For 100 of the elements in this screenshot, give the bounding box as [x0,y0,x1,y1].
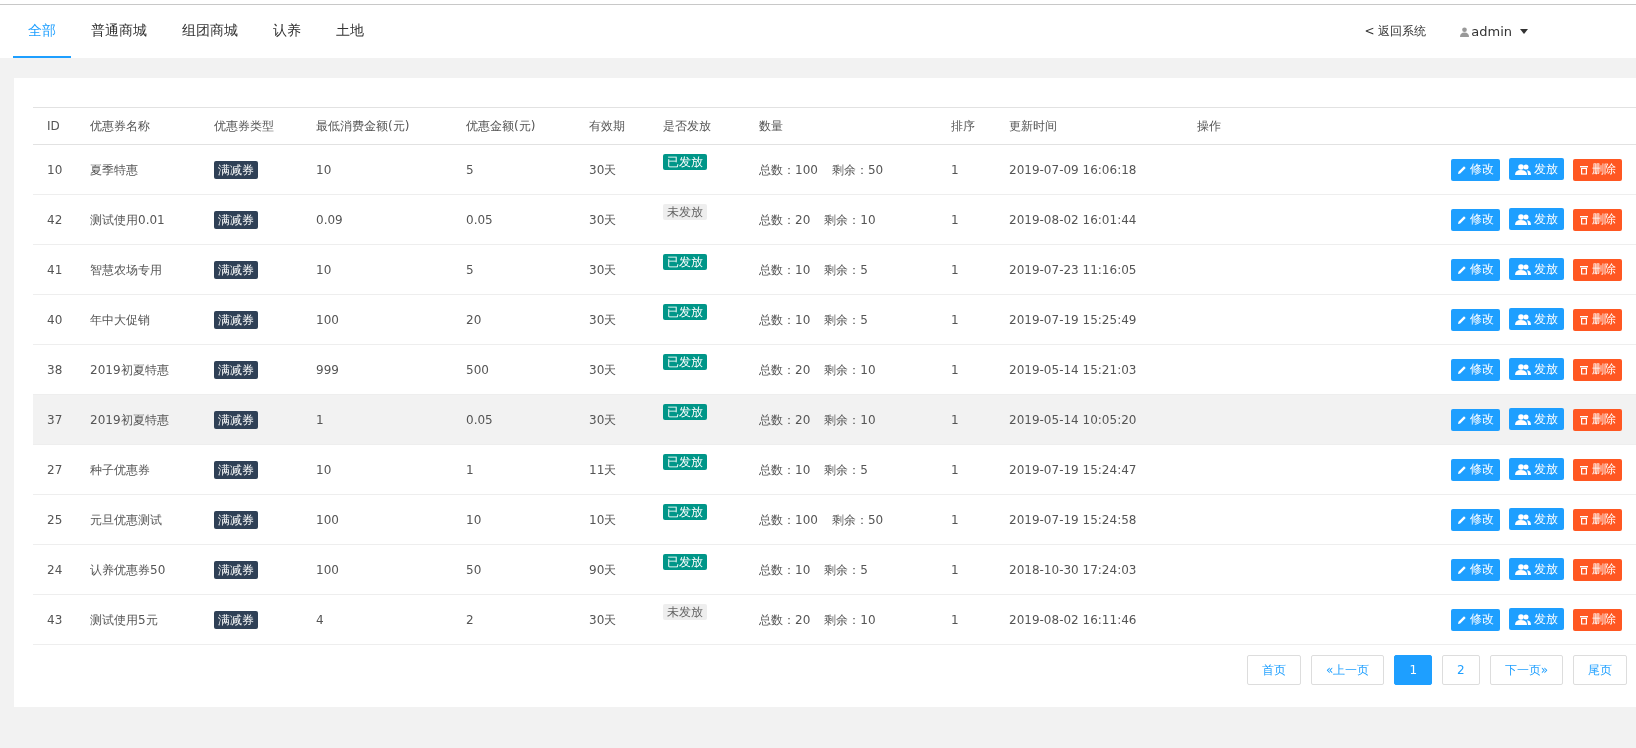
quantity-text: 总数：10 [759,462,811,477]
pencil-icon [1457,614,1467,625]
remaining-text: 剩余：5 [824,262,868,277]
table-cell: 24 [33,544,76,595]
table-cell: 30天 [575,294,649,345]
trash-icon [1579,614,1589,625]
delete-button[interactable]: 删除 [1573,458,1622,481]
table-cell: 2019-08-02 16:01:44 [995,194,1183,245]
nav-tab[interactable]: 全部 [13,5,71,58]
edit-button[interactable]: 修改 [1451,558,1500,581]
page-button[interactable]: 1 [1394,655,1432,685]
edit-button[interactable]: 修改 [1451,258,1500,281]
status-badge: 未发放 [663,604,707,620]
type-badge: 满减券 [214,510,258,529]
quantity-text: 总数：10 [759,312,811,327]
issue-button[interactable]: 发放 [1509,558,1564,581]
table-cell: 2019-07-09 16:06:18 [995,144,1183,195]
column-header: 优惠金额(元) [452,107,575,145]
issue-button[interactable]: 发放 [1509,358,1564,381]
table-cell: 元旦优惠测试 [76,494,200,545]
nav-tab[interactable]: 普通商城 [76,5,162,58]
table-cell: 夏季特惠 [76,144,200,195]
status-badge: 未发放 [663,204,707,220]
table-cell: 1 [937,144,995,195]
issue-button[interactable]: 发放 [1509,308,1564,331]
table-cell: 30天 [575,594,649,645]
table-cell: 30天 [575,144,649,195]
issue-button[interactable]: 发放 [1509,408,1564,431]
edit-button[interactable]: 修改 [1451,608,1500,631]
delete-button[interactable]: 删除 [1573,158,1622,181]
back-link[interactable]: < 返回系统 [1364,23,1427,40]
table-cell: 种子优惠券 [76,444,200,495]
table-cell: 1 [937,194,995,245]
page-button[interactable]: 尾页 [1573,655,1627,685]
issue-button[interactable]: 发放 [1509,208,1564,231]
remaining-text: 剩余：5 [824,312,868,327]
page-button[interactable]: «上一页 [1311,655,1385,685]
remaining-text: 剩余：10 [824,612,876,627]
table-cell: 1 [302,394,452,445]
pencil-icon [1457,314,1467,325]
table-cell: 5 [452,244,575,295]
nav-tab[interactable]: 土地 [321,5,379,58]
column-header: 优惠券类型 [200,107,302,145]
table-cell: 40 [33,294,76,345]
nav-tab[interactable]: 组团商城 [167,5,253,58]
delete-button[interactable]: 删除 [1573,358,1622,381]
users-icon [1515,613,1531,625]
delete-button[interactable]: 删除 [1573,308,1622,331]
delete-button[interactable]: 删除 [1573,608,1622,631]
table-cell: 2019-07-23 11:16:05 [995,244,1183,295]
pencil-icon [1457,264,1467,275]
table-cell: 30天 [575,244,649,295]
issue-button[interactable]: 发放 [1509,458,1564,481]
nav-tab[interactable]: 认养 [258,5,316,58]
type-badge: 满减券 [214,460,258,479]
table-cell: 100 [302,494,452,545]
edit-button[interactable]: 修改 [1451,458,1500,481]
type-badge: 满减券 [214,260,258,279]
delete-button[interactable]: 删除 [1573,408,1622,431]
page-button[interactable]: 下一页» [1489,655,1563,685]
issue-button[interactable]: 发放 [1509,608,1564,631]
table-cell: 0.09 [302,194,452,245]
table-cell: 100 [302,294,452,345]
table-cell: 2019-05-14 15:21:03 [995,344,1183,395]
table-cell: 1 [937,494,995,545]
edit-button[interactable]: 修改 [1451,508,1500,531]
delete-button[interactable]: 删除 [1573,508,1622,531]
caret-icon [1520,29,1528,34]
edit-button[interactable]: 修改 [1451,408,1500,431]
type-badge: 满减券 [214,560,258,579]
table-cell: 30天 [575,394,649,445]
issue-button[interactable]: 发放 [1509,508,1564,531]
pencil-icon [1457,514,1467,525]
table-cell: 2019-05-14 10:05:20 [995,394,1183,445]
page-button[interactable]: 首页 [1247,655,1302,685]
pencil-icon [1457,414,1467,425]
quantity-text: 总数：20 [759,362,811,377]
table-cell: 1 [452,444,575,495]
pencil-icon [1457,464,1467,475]
edit-button[interactable]: 修改 [1451,308,1500,331]
delete-button[interactable]: 删除 [1573,258,1622,281]
edit-button[interactable]: 修改 [1451,208,1500,231]
delete-button[interactable]: 删除 [1573,558,1622,581]
edit-button[interactable]: 修改 [1451,158,1500,181]
table-cell: 认养优惠券50 [76,544,200,595]
users-icon [1515,363,1531,375]
table-cell: 10 [452,494,575,545]
quantity-text: 总数：100 [759,162,818,177]
issue-button[interactable]: 发放 [1509,258,1564,281]
column-header: ID [33,107,76,145]
delete-button[interactable]: 删除 [1573,208,1622,231]
status-badge: 已发放 [663,554,707,570]
user-menu[interactable]: admin [1460,24,1528,39]
status-badge: 已发放 [663,504,707,520]
page-button[interactable]: 2 [1442,655,1480,685]
table-cell: 1 [937,344,995,395]
issue-button[interactable]: 发放 [1509,158,1564,181]
type-badge: 满减券 [214,610,258,629]
trash-icon [1579,464,1589,475]
edit-button[interactable]: 修改 [1451,358,1500,381]
